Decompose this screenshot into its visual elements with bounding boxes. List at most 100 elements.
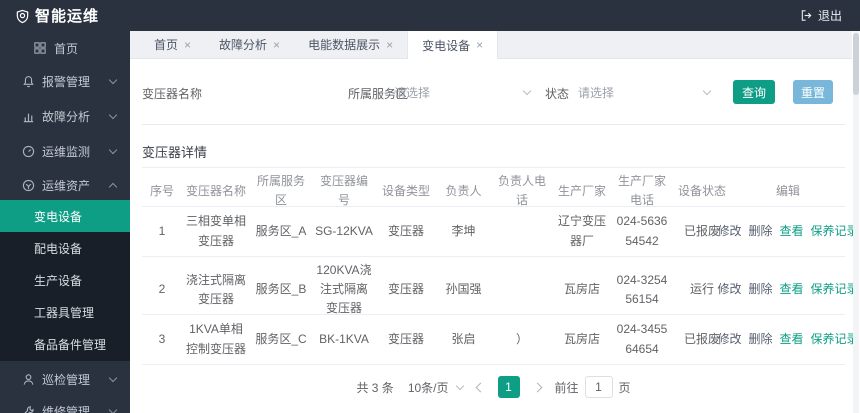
sidebar-item-spare-parts-management[interactable]: 备品备件管理 — [0, 328, 130, 360]
cell-name: 浇注式隔离变压器 — [185, 272, 246, 306]
next-page-icon[interactable] — [532, 382, 542, 392]
query-button[interactable]: 查询 — [733, 80, 775, 104]
tab-substation-equipment[interactable]: 变电设备 × — [407, 31, 499, 59]
tab-fault-analysis[interactable]: 故障分析 × — [205, 31, 294, 58]
view-link[interactable]: 查看 — [780, 280, 804, 299]
shield-logo-icon — [15, 9, 29, 24]
chevron-up-icon — [108, 182, 118, 192]
sidebar-item-tool-management[interactable]: 工器具管理 — [0, 296, 130, 328]
logout-icon — [800, 9, 813, 22]
table-row: 1 三相变单相变压器 服务区_A SG-12KVA 变压器 李坤 辽宁变压器厂 … — [142, 207, 859, 257]
view-link[interactable]: 查看 — [780, 222, 804, 241]
tab-close-icon[interactable]: × — [273, 39, 280, 51]
cell-person: 孙国强 — [445, 282, 482, 297]
chevron-down-icon — [108, 405, 118, 413]
delete-link[interactable]: 删除 — [748, 222, 772, 241]
tab-home[interactable]: 首页 × — [140, 31, 205, 58]
page-size-select[interactable]: 10条/页 — [408, 379, 464, 396]
cell-no: 3 — [158, 331, 166, 346]
sidebar-label: 运维资产 — [42, 178, 91, 193]
page-unit-label: 页 — [618, 380, 631, 395]
chevron-down-icon — [108, 110, 118, 120]
view-link[interactable]: 查看 — [780, 330, 804, 349]
tab-bar: 首页 × 故障分析 × 电能数据展示 × 变电设备 × — [130, 31, 852, 59]
cell-actions: 修改 删除 查看 保养记录 — [717, 315, 858, 364]
transformer-name-input[interactable] — [218, 79, 336, 105]
cell-no: 2 — [158, 282, 166, 297]
status-select[interactable]: 请选择 — [578, 79, 712, 105]
cell-actions: 修改 删除 查看 保养记录 — [717, 257, 858, 323]
goto-page-input[interactable] — [584, 376, 613, 398]
delete-link[interactable]: 删除 — [748, 330, 772, 349]
tab-close-icon[interactable]: × — [386, 39, 393, 51]
sidebar-item-alarm-management[interactable]: 报警管理 — [0, 66, 130, 96]
sidebar-item-inspection-management[interactable]: 巡检管理 — [0, 364, 130, 394]
chevron-down-icon — [702, 86, 712, 95]
cell-code: 120KVA浇注式隔离变压器 — [316, 263, 372, 316]
cell-phone: ） — [515, 331, 528, 346]
sidebar-home-label: 首页 — [54, 41, 79, 56]
cell-name: 1KVA单相控制变压器 — [185, 322, 246, 356]
cell-maker-phone: 024-325456154 — [616, 272, 668, 306]
sidebar-item-production-equipment[interactable]: 生产设备 — [0, 264, 130, 296]
sidebar-label: 运维监测 — [42, 144, 91, 159]
sidebar-item-ops-monitoring[interactable]: 运维监测 — [0, 136, 130, 166]
maintenance-record-link[interactable]: 保养记录 — [811, 222, 859, 241]
sidebar-item-distribution-equipment[interactable]: 配电设备 — [0, 232, 130, 264]
cell-maker-phone: 024-345564654 — [616, 322, 668, 356]
sidebar-label: 故障分析 — [42, 109, 91, 124]
pagination-total: 共 3 条 — [356, 380, 394, 395]
sidebar-item-fault-analysis[interactable]: 故障分析 — [0, 101, 130, 131]
service-area-select[interactable]: 请选择 — [394, 79, 532, 105]
sidebar-item-home[interactable]: 首页 — [0, 33, 130, 63]
sidebar-submenu-assets: 变电设备 配电设备 生产设备 工器具管理 备品备件管理 — [0, 200, 130, 361]
modify-link[interactable]: 修改 — [717, 330, 741, 349]
sidebar-item-repair-management[interactable]: 维修管理 — [0, 396, 130, 413]
vertical-scrollbar[interactable] — [853, 31, 859, 413]
submenu-label: 备品备件管理 — [34, 337, 107, 352]
app-title: 智能运维 — [35, 8, 100, 25]
modify-link[interactable]: 修改 — [717, 280, 741, 299]
tab-label: 首页 — [154, 38, 179, 52]
chevron-down-icon — [108, 75, 118, 85]
cell-maker: 瓦房店 — [563, 282, 600, 297]
sidebar-label: 巡检管理 — [42, 372, 91, 387]
tab-label: 故障分析 — [219, 38, 268, 52]
cell-area: 服务区_A — [255, 223, 307, 238]
sidebar-item-substation-equipment[interactable]: 变电设备 — [0, 200, 130, 232]
cell-person: 李坤 — [451, 223, 476, 238]
scrollbar-thumb[interactable] — [853, 33, 859, 95]
page-number-button[interactable]: 1 — [497, 376, 520, 398]
tab-label: 变电设备 — [422, 38, 471, 53]
modify-link[interactable]: 修改 — [717, 222, 741, 241]
logout-button[interactable]: 退出 — [800, 7, 860, 24]
reset-button[interactable]: 重置 — [793, 80, 833, 104]
top-header: 智能运维 退出 — [0, 0, 860, 31]
cell-phone — [491, 207, 553, 256]
maintenance-record-link[interactable]: 保养记录 — [811, 280, 859, 299]
submenu-label: 工器具管理 — [34, 305, 95, 320]
app-logo: 智能运维 — [0, 5, 99, 26]
pagination: 共 3 条 10条/页 1 前往 页 — [142, 375, 845, 399]
cell-type: 变压器 — [387, 331, 424, 346]
status-placeholder: 请选择 — [578, 85, 615, 100]
maintenance-record-link[interactable]: 保养记录 — [811, 330, 859, 349]
tab-close-icon[interactable]: × — [476, 39, 483, 51]
bar-chart-icon — [22, 110, 35, 123]
tab-power-data-display[interactable]: 电能数据展示 × — [294, 31, 407, 58]
cell-code: BK-1KVA — [319, 331, 369, 346]
tab-close-icon[interactable]: × — [184, 39, 191, 51]
sidebar-item-ops-assets[interactable]: 运维资产 — [0, 170, 130, 200]
submenu-label: 生产设备 — [34, 273, 83, 288]
cell-maker-phone: 024-563654542 — [616, 214, 668, 248]
prev-page-icon[interactable] — [475, 382, 485, 392]
logout-label: 退出 — [817, 9, 842, 23]
table-row: 2 浇注式隔离变压器 服务区_B 120KVA浇注式隔离变压器 变压器 孙国强 … — [142, 257, 859, 315]
delete-link[interactable]: 删除 — [748, 280, 772, 299]
wrench-icon — [22, 405, 35, 413]
table-row: 3 1KVA单相控制变压器 服务区_C BK-1KVA 变压器 张启 ） 瓦房店… — [142, 315, 859, 365]
submenu-label: 配电设备 — [34, 241, 83, 256]
chevron-down-icon — [522, 86, 532, 95]
goto-page: 前往 页 — [555, 376, 631, 398]
cell-maker: 瓦房店 — [563, 331, 600, 346]
